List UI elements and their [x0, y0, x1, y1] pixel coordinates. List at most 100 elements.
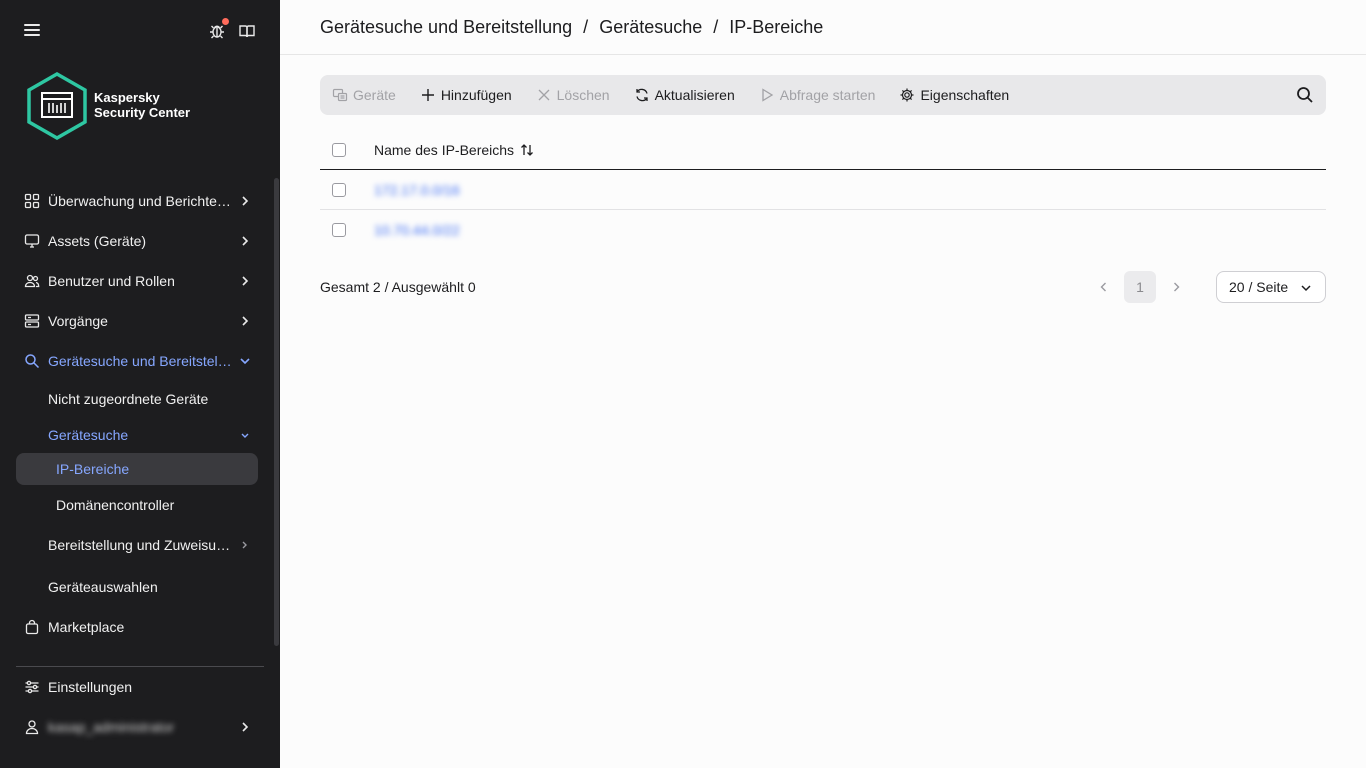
- sidebar-item-device-selections[interactable]: Geräteauswahlen: [16, 569, 266, 605]
- page-size-select[interactable]: 20 / Seite: [1216, 271, 1326, 303]
- sidebar-item-label: Vorgänge: [48, 313, 108, 329]
- properties-button-label: Eigenschaften: [920, 87, 1010, 103]
- sidebar-item-label: Assets (Geräte): [48, 233, 147, 249]
- add-button[interactable]: Hinzufügen: [420, 87, 512, 103]
- sidebar-bottom: Einstellungen kasap_administrator: [16, 667, 266, 747]
- monitor-icon: [24, 233, 40, 249]
- sidebar-item-operations[interactable]: Vorgänge: [16, 301, 266, 341]
- row-checkbox[interactable]: [332, 182, 346, 197]
- brand-line-2: Security Center: [94, 105, 191, 120]
- sidebar-item-label: Gerätesuche und Bereitstell…: [48, 353, 234, 369]
- user-icon: [24, 719, 40, 735]
- sidebar-item-unassigned-devices[interactable]: Nicht zugeordnete Geräte: [16, 381, 266, 417]
- menu-icon[interactable]: [24, 22, 40, 38]
- brand-line-1: Kaspersky: [94, 90, 160, 105]
- sidebar-item-user[interactable]: kasap_administrator: [16, 707, 266, 747]
- chevron-down-icon: [240, 358, 250, 365]
- gear-icon: [900, 88, 914, 102]
- table-row[interactable]: 10.70.44.0/22: [320, 210, 1326, 250]
- sidebar-scrollbar[interactable]: [274, 178, 279, 646]
- close-icon: [538, 89, 550, 101]
- sliders-icon: [24, 679, 40, 695]
- sidebar-item-monitoring[interactable]: Überwachung und Berichter…: [16, 181, 266, 221]
- add-button-label: Hinzufügen: [440, 87, 512, 103]
- sidebar-top-bar: [24, 18, 256, 44]
- chevron-left-icon: [1100, 282, 1106, 292]
- breadcrumb-item-device-discovery[interactable]: Gerätesuche: [599, 17, 702, 38]
- notification-dot: [222, 18, 229, 25]
- breadcrumb: Gerätesuche und Bereitstellung / Gerätes…: [280, 0, 1366, 55]
- breadcrumb-separator: /: [713, 16, 719, 37]
- sidebar-item-label: Einstellungen: [48, 679, 133, 695]
- sidebar-item-label: Domänencontroller: [56, 497, 175, 513]
- breadcrumb-separator: /: [583, 16, 589, 37]
- devices-button[interactable]: Geräte: [332, 87, 396, 103]
- start-query-button[interactable]: Abfrage starten: [759, 87, 876, 103]
- selection-summary: Gesamt 2 / Ausgewählt 0: [320, 279, 476, 295]
- sidebar-item-marketplace[interactable]: Marketplace: [16, 605, 266, 649]
- delete-button-label: Löschen: [556, 87, 610, 103]
- page-size-value: 20 / Seite: [1229, 279, 1289, 295]
- sidebar-item-label: Benutzer und Rollen: [48, 273, 175, 289]
- properties-button[interactable]: Eigenschaften: [899, 87, 1009, 103]
- bug-notification-icon[interactable]: [208, 18, 229, 40]
- kaspersky-hex-logo-icon: [27, 72, 87, 140]
- column-header-name[interactable]: Name des IP-Bereichs: [374, 142, 534, 158]
- ip-ranges-table: Name des IP-Bereichs 172.17.0.0/16 10.70…: [320, 131, 1326, 250]
- table-row[interactable]: 172.17.0.0/16: [320, 170, 1326, 210]
- table-header: Name des IP-Bereichs: [320, 131, 1326, 170]
- sidebar-item-users[interactable]: Benutzer und Rollen: [16, 261, 266, 301]
- sidebar-item-ip-ranges[interactable]: IP-Bereiche: [16, 453, 258, 485]
- devices-icon: [332, 88, 348, 102]
- main-content: Gerätesuche und Bereitstellung / Gerätes…: [280, 0, 1366, 768]
- pagination: 1 20 / Seite: [1088, 271, 1326, 303]
- prev-page-button[interactable]: [1088, 271, 1120, 303]
- play-icon: [762, 88, 773, 102]
- column-header-label: Name des IP-Bereichs: [374, 142, 515, 158]
- search-icon: [24, 353, 40, 369]
- sidebar-item-settings[interactable]: Einstellungen: [16, 667, 266, 707]
- sidebar-item-label: Geräteauswahlen: [48, 579, 158, 595]
- sidebar-item-label: IP-Bereiche: [56, 461, 130, 477]
- delete-button[interactable]: Löschen: [536, 87, 610, 103]
- sidebar: Kaspersky Security Center Überwachung un…: [0, 0, 280, 768]
- chevron-right-icon: [242, 276, 249, 286]
- kaspersky-logo[interactable]: Kaspersky Security Center: [26, 72, 246, 140]
- book-icon[interactable]: [238, 22, 256, 40]
- sidebar-item-discovery[interactable]: Gerätesuche und Bereitstell…: [16, 341, 266, 381]
- chevron-right-icon: [242, 316, 249, 326]
- sidebar-item-device-discovery[interactable]: Gerätesuche: [16, 417, 266, 453]
- sidebar-item-label: Bereitstellung und Zuweisu…: [48, 537, 231, 553]
- search-icon[interactable]: [1296, 86, 1314, 104]
- select-all-checkbox[interactable]: [332, 143, 346, 157]
- ip-range-link[interactable]: 10.70.44.0/22: [374, 222, 460, 238]
- sort-icon[interactable]: [520, 143, 534, 157]
- user-name: kasap_administrator: [48, 719, 175, 735]
- chevron-down-icon: [241, 433, 249, 438]
- sidebar-item-label: Überwachung und Berichter…: [48, 193, 234, 209]
- start-query-button-label: Abfrage starten: [779, 87, 876, 103]
- chevron-right-icon: [242, 196, 249, 206]
- sidebar-item-label: Marketplace: [48, 619, 125, 635]
- row-checkbox[interactable]: [332, 223, 346, 237]
- chevron-down-icon: [1301, 285, 1311, 292]
- sidebar-item-domain-controllers[interactable]: Domänencontroller: [16, 489, 258, 521]
- next-page-button[interactable]: [1160, 271, 1192, 303]
- chevron-right-icon: [1174, 282, 1180, 292]
- chevron-right-icon: [242, 722, 249, 732]
- sidebar-item-assets[interactable]: Assets (Geräte): [16, 221, 266, 261]
- refresh-button[interactable]: Aktualisieren: [634, 87, 735, 103]
- page-number[interactable]: 1: [1124, 271, 1156, 303]
- chevron-right-icon: [242, 541, 247, 549]
- shopping-bag-icon: [24, 619, 40, 635]
- chevron-right-icon: [242, 236, 249, 246]
- sidebar-item-deployment[interactable]: Bereitstellung und Zuweisu…: [16, 521, 266, 569]
- refresh-icon: [635, 88, 648, 102]
- server-icon: [24, 313, 40, 329]
- refresh-button-label: Aktualisieren: [654, 87, 735, 103]
- sidebar-item-label: Nicht zugeordnete Geräte: [48, 391, 209, 407]
- plus-icon: [421, 89, 434, 101]
- breadcrumb-item-discovery[interactable]: Gerätesuche und Bereitstellung: [320, 17, 572, 38]
- toolbar: Geräte Hinzufügen Löschen Aktualisieren …: [320, 75, 1326, 115]
- ip-range-link[interactable]: 172.17.0.0/16: [374, 182, 460, 198]
